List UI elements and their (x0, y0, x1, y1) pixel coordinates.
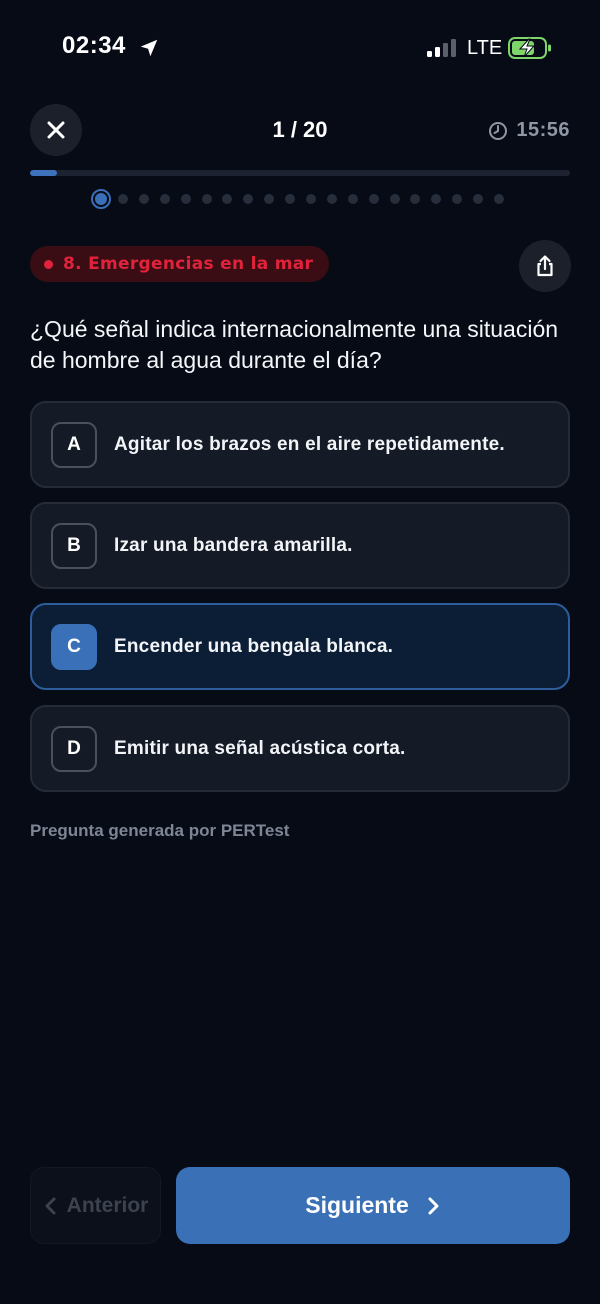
question-text: ¿Qué señal indica internacionalmente una… (30, 316, 559, 373)
previous-label: Anterior (66, 1193, 149, 1217)
option-d[interactable]: D Emitir una señal acústica corta. (30, 705, 570, 792)
option-text: Agitar los brazos en el aire repetidamen… (114, 433, 505, 455)
question-dot[interactable] (222, 194, 233, 204)
question-dot[interactable] (138, 194, 149, 204)
category-dot (44, 259, 53, 269)
question-dot[interactable] (473, 194, 484, 204)
close-icon (47, 121, 65, 139)
option-b[interactable]: B Izar una bandera amarilla. (30, 502, 570, 589)
question-dot[interactable] (264, 194, 275, 204)
previous-button[interactable]: Anterior (30, 1167, 161, 1244)
question-dot[interactable] (347, 194, 358, 204)
option-letter: C (51, 623, 97, 670)
timer: 15:56 (488, 119, 570, 142)
question-counter: 1 / 20 (272, 117, 328, 142)
question-dot[interactable] (389, 194, 400, 204)
question-dot[interactable] (243, 194, 254, 204)
timer-value: 15:56 (516, 119, 570, 141)
chevron-right-icon (428, 1197, 439, 1214)
question-dot[interactable] (452, 194, 463, 204)
status-bar: 02:34 LTE (0, 0, 600, 96)
location-arrow-icon (140, 39, 158, 57)
question-dot[interactable] (410, 194, 421, 204)
status-time: 02:34 (62, 32, 126, 59)
chevron-left-icon (45, 1197, 56, 1214)
category-badge: 8. Emergencias en la mar (30, 246, 330, 282)
option-text: Encender una bengala blanca. (114, 635, 394, 657)
question-dot[interactable] (285, 194, 296, 204)
next-label: Siguiente (305, 1192, 409, 1218)
question-dot[interactable] (494, 194, 505, 204)
question-dot[interactable] (180, 194, 191, 204)
option-text: Emitir una señal acústica corta. (114, 737, 406, 759)
clock-icon (489, 121, 508, 140)
option-letter: B (51, 522, 97, 569)
network-label: LTE (467, 37, 503, 59)
question-dots (91, 189, 515, 209)
question-dot[interactable] (118, 194, 128, 204)
option-c[interactable]: C Encender una bengala blanca. (30, 603, 570, 690)
option-text: Izar una bandera amarilla. (114, 534, 353, 556)
progress-bar (30, 170, 570, 176)
battery-charging-icon (508, 37, 551, 59)
generated-by-note: Pregunta generada por PERTest (30, 821, 290, 840)
option-letter: A (51, 421, 97, 468)
question-dot[interactable] (368, 194, 379, 204)
progress-fill (30, 170, 57, 176)
signal-icon (427, 39, 456, 57)
question-dot[interactable] (431, 194, 442, 204)
next-button[interactable]: Siguiente (176, 1167, 570, 1244)
question-dot[interactable] (201, 194, 212, 204)
option-letter: D (51, 725, 97, 772)
close-button[interactable] (30, 104, 82, 156)
share-button[interactable] (519, 240, 571, 292)
question-dot[interactable] (306, 194, 317, 204)
option-a[interactable]: A Agitar los brazos en el aire repetidam… (30, 401, 570, 488)
question-dot[interactable] (159, 194, 170, 204)
share-icon (537, 255, 553, 277)
question-dot[interactable] (326, 194, 337, 204)
question-dot-current[interactable] (91, 189, 111, 209)
category-label: 8. Emergencias en la mar (63, 254, 314, 274)
